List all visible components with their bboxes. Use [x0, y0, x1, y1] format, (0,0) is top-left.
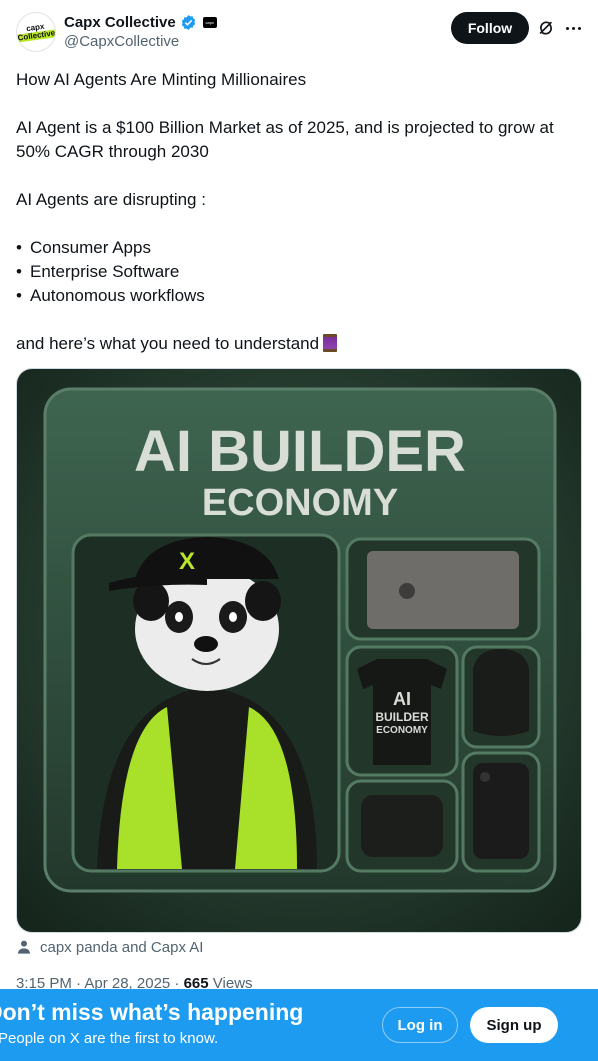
verified-badge-icon[interactable] [180, 14, 197, 31]
banner-title: Don’t miss what’s happening [0, 999, 304, 1025]
avatar[interactable]: capx Collective [16, 12, 56, 52]
tweet-line: AI Agents are disrupting : [16, 190, 206, 209]
grok-icon[interactable] [536, 18, 556, 38]
banner-subtitle: People on X are the first to know. [0, 1030, 219, 1047]
signup-banner: Don’t miss what’s happening People on X … [0, 989, 598, 1061]
thread-spool-icon [323, 334, 338, 352]
more-icon[interactable] [563, 18, 583, 38]
bullet-item: • Consumer Apps [16, 238, 151, 257]
tagged-users[interactable]: capx panda and Capx AI [40, 939, 203, 956]
tweet-line: How AI Agents Are Minting Millionaires [16, 70, 307, 89]
shirt-text: BUILDER [375, 710, 429, 724]
author-handle[interactable]: @CapxCollective [64, 33, 217, 50]
follow-button[interactable]: Follow [451, 12, 529, 44]
person-icon [18, 940, 30, 954]
tweet-text: How AI Agents Are Minting Millionaires A… [16, 68, 582, 356]
cap-logo: X [179, 548, 195, 575]
avatar-text-2: Collective [17, 28, 56, 43]
author-name[interactable]: Capx Collective [64, 14, 176, 31]
tweet-line: AI Agent is a $100 Billion Market as of … [16, 118, 554, 161]
login-button[interactable]: Log in [382, 1007, 458, 1043]
image-headline: AI BUILDER [134, 419, 466, 484]
shirt-text: AI [393, 689, 411, 709]
tweet-image[interactable]: AI BUILDER ECONOMY X AI BUILDER ECONOMY [16, 368, 582, 933]
image-subheadline: ECONOMY [202, 482, 398, 524]
tweet-header: capx Collective Capx Collective capx @Ca… [16, 12, 582, 54]
author-block: Capx Collective capx @CapxCollective [64, 12, 217, 50]
shirt-text: ECONOMY [376, 725, 428, 736]
tweet-line: and here’s what you need to understand [16, 332, 582, 356]
media-illustration: AI BUILDER ECONOMY X AI BUILDER ECONOMY [17, 369, 581, 932]
affiliate-badge[interactable]: capx [202, 16, 217, 28]
tagged-people[interactable]: capx panda and Capx AI [16, 937, 203, 957]
signup-button[interactable]: Sign up [470, 1007, 558, 1043]
bullet-item: • Enterprise Software [16, 262, 180, 281]
bullet-item: • Autonomous workflows [16, 286, 205, 305]
avatar-logo: capx Collective [17, 21, 56, 43]
